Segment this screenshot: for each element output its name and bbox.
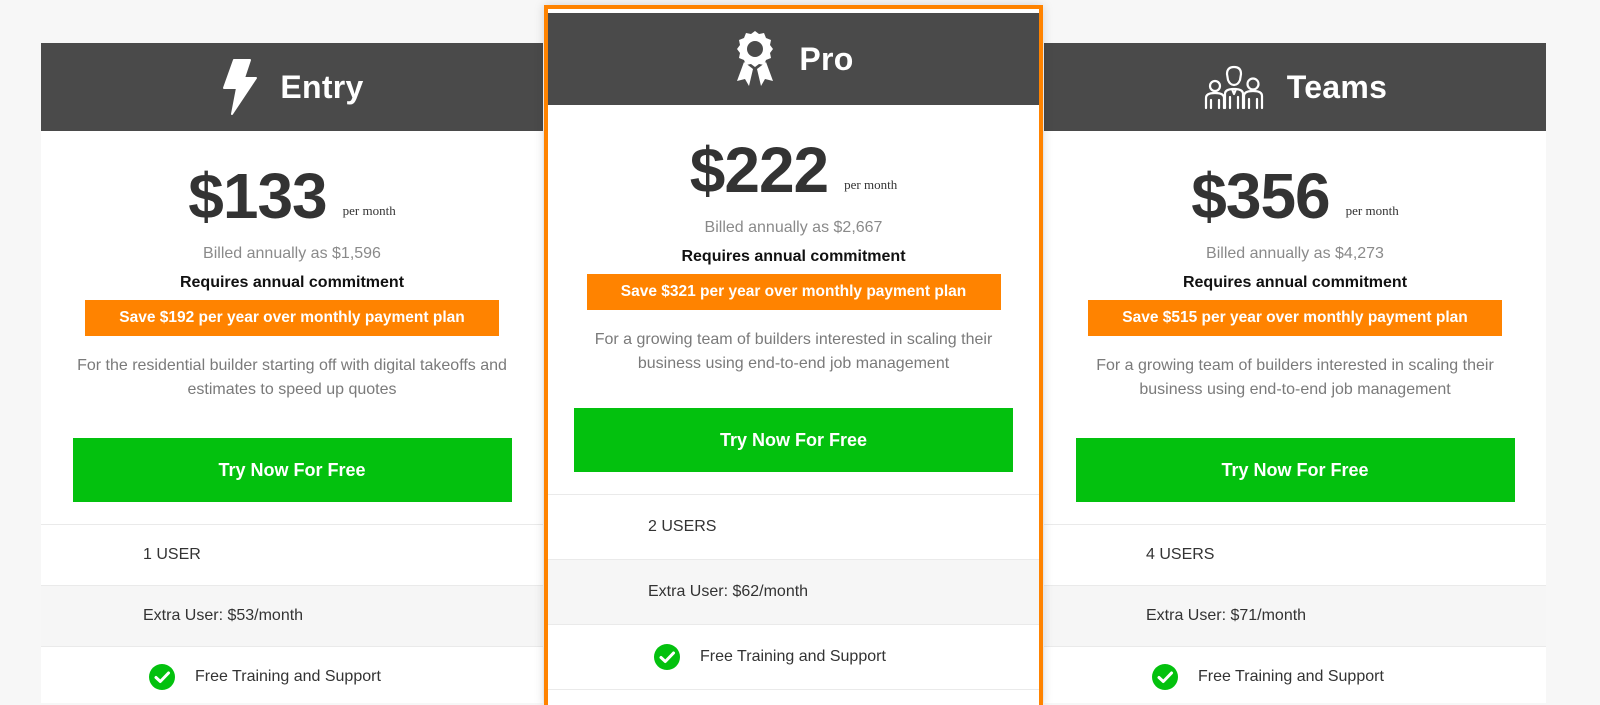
- price-period: per month: [342, 203, 396, 218]
- plan-description: For a growing team of builders intereste…: [594, 331, 993, 372]
- check-circle-icon: [1152, 664, 1178, 690]
- commitment-note: Requires annual commitment: [179, 274, 405, 291]
- billed-annually: Billed annually as $4,273: [1206, 245, 1384, 262]
- feature-label: Free Training and Support: [195, 668, 381, 685]
- plan-description: For a growing team of builders intereste…: [1096, 357, 1494, 398]
- feature-training: Free Training and Support: [1044, 647, 1546, 703]
- feature-users: 1 USER: [41, 525, 543, 586]
- feature-label: Free Training and Support: [700, 648, 886, 665]
- price-period: per month: [1345, 203, 1399, 218]
- plan-card-pro: Pro $222 per month Billed annually as $2…: [544, 5, 1043, 705]
- pricing-section: Entry $133 per month Billed annually as …: [0, 0, 1600, 705]
- price: $222: [689, 134, 829, 206]
- price-row: $222 per month: [548, 134, 1039, 206]
- lightning-bolt-icon: [220, 58, 258, 116]
- plan-name: Entry: [280, 68, 364, 105]
- feature-users: 2 USERS: [548, 495, 1039, 560]
- commitment-note: Requires annual commitment: [1182, 274, 1408, 291]
- commitment-note: Requires annual commitment: [681, 248, 906, 265]
- feature-extra-user: Extra User: $62/month: [548, 560, 1039, 625]
- savings-banner: Save $192 per year over monthly payment …: [85, 300, 499, 336]
- feature-users: 4 USERS: [1044, 525, 1546, 586]
- billed-annually: Billed annually as $1,596: [203, 245, 381, 262]
- check-circle-icon: [654, 644, 680, 670]
- savings-banner: Save $515 per year over monthly payment …: [1088, 300, 1502, 336]
- savings-banner: Save $321 per year over monthly payment …: [586, 274, 1001, 310]
- try-now-button[interactable]: Try Now For Free: [72, 438, 512, 502]
- feature-label: Free Training and Support: [1198, 668, 1384, 685]
- price-period: per month: [844, 177, 898, 192]
- feature-training: Free Training and Support: [548, 625, 1039, 690]
- check-circle-icon: [149, 664, 175, 690]
- price-row: $133 per month: [41, 160, 543, 232]
- try-now-button[interactable]: Try Now For Free: [1075, 438, 1515, 502]
- plan-name: Teams: [1286, 68, 1388, 105]
- feature-extra-user: Extra User: $71/month: [1044, 586, 1546, 647]
- billed-annually: Billed annually as $2,667: [704, 219, 883, 236]
- feature-list: 1 USER Extra User: $53/month Free Traini…: [41, 524, 543, 703]
- try-now-button[interactable]: Try Now For Free: [574, 408, 1013, 472]
- price: $133: [188, 160, 327, 232]
- price-row: $356 per month: [1044, 160, 1546, 232]
- plan-card-teams: Teams $356 per month Billed annually as …: [1044, 43, 1546, 703]
- plan-header: Entry: [41, 43, 543, 131]
- team-people-icon: [1203, 64, 1265, 110]
- plan-header: Teams: [1044, 43, 1546, 131]
- feature-list: 4 USERS Extra User: $71/month Free Train…: [1044, 524, 1546, 703]
- plan-header: Pro: [548, 13, 1039, 105]
- feature-extra-user: Extra User: $53/month: [41, 586, 543, 647]
- award-ribbon-icon: [733, 29, 777, 89]
- plan-description: For the residential builder starting off…: [77, 357, 507, 398]
- feature-training: Free Training and Support: [41, 647, 543, 703]
- feature-list: 2 USERS Extra User: $62/month Free Train…: [548, 494, 1039, 690]
- plan-name: Pro: [799, 40, 854, 77]
- plan-card-entry: Entry $133 per month Billed annually as …: [41, 43, 543, 703]
- price: $356: [1191, 160, 1330, 232]
